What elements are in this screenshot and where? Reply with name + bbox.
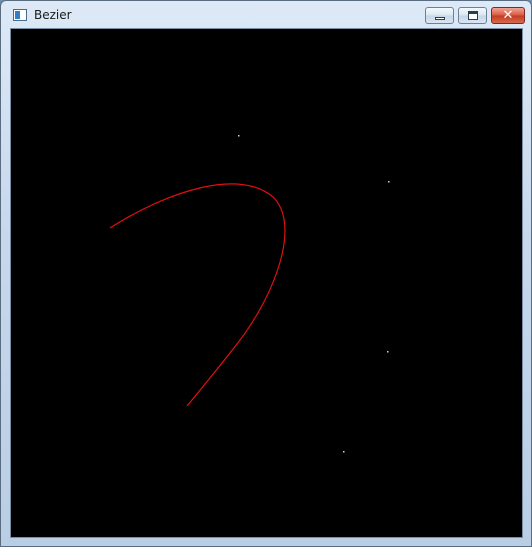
drawing-canvas[interactable] [10,28,523,538]
close-button[interactable]: ✕ [491,7,525,24]
minimize-icon [435,17,445,20]
bezier-window: Bezier ✕ [0,0,532,547]
bezier-curve [109,183,286,407]
control-point[interactable] [387,351,389,353]
maximize-button[interactable] [458,7,487,24]
title-bar[interactable]: Bezier ✕ [1,1,531,29]
control-point[interactable] [343,451,345,453]
control-point[interactable] [238,135,240,137]
window-title: Bezier [34,8,72,22]
close-icon: ✕ [502,8,514,23]
app-icon [13,9,27,21]
control-point[interactable] [388,181,390,183]
maximize-icon [468,11,478,20]
bezier-drawing [109,135,390,453]
minimize-button[interactable] [425,7,454,24]
